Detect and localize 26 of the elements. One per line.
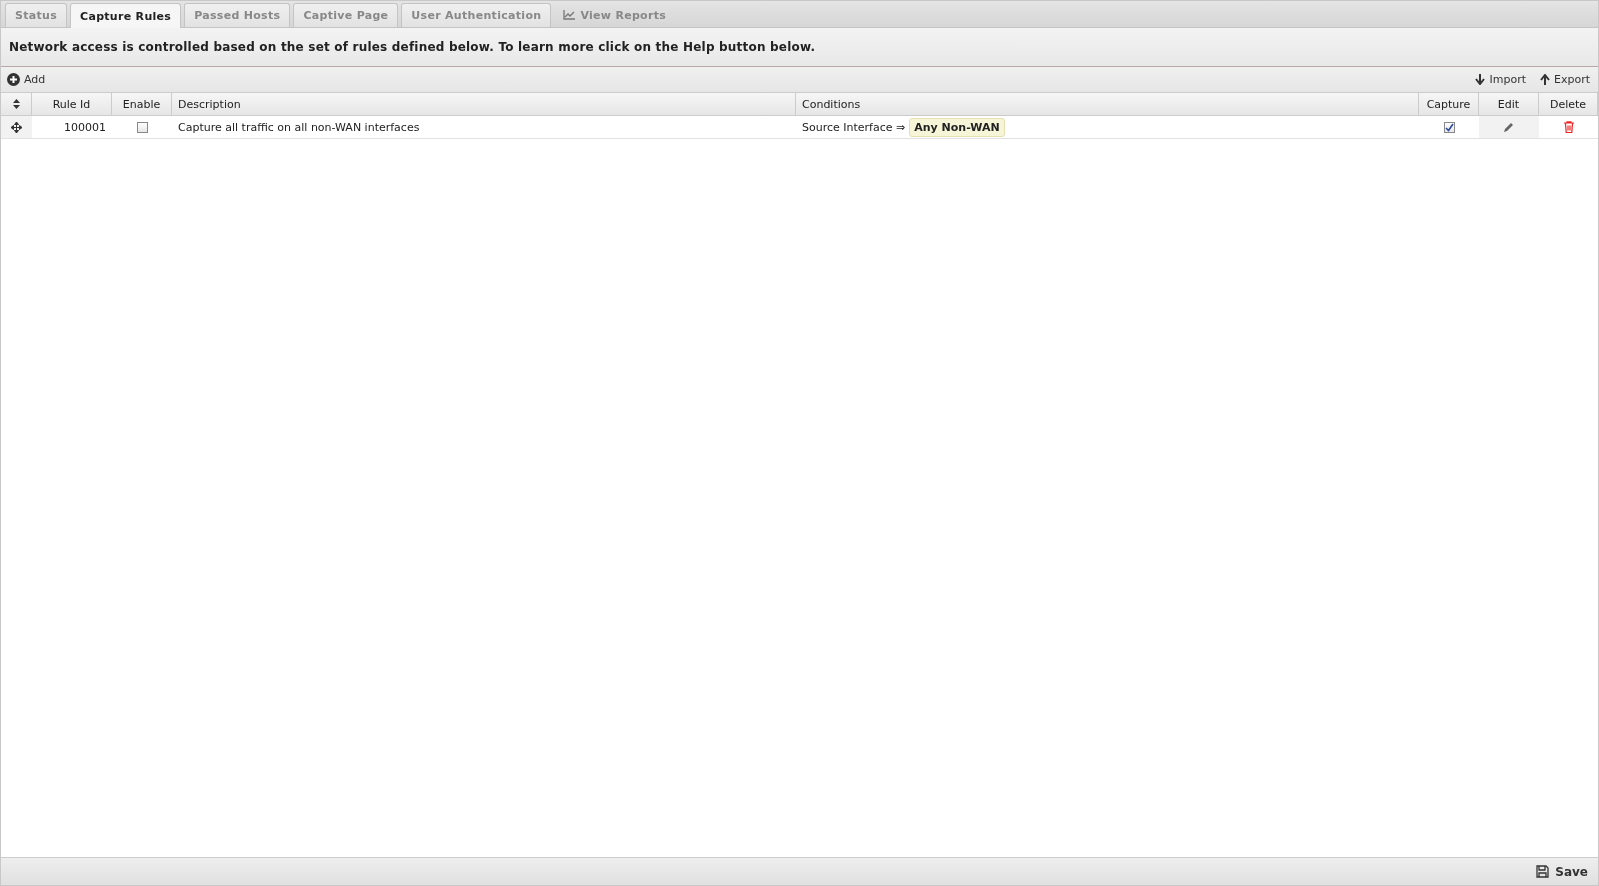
column-header[interactable]: Conditions bbox=[796, 93, 1419, 116]
trash-icon[interactable] bbox=[1563, 121, 1574, 133]
move-icon[interactable] bbox=[11, 121, 22, 133]
import-button[interactable]: Import bbox=[1475, 73, 1526, 86]
add-button[interactable]: Add bbox=[7, 73, 46, 86]
column-header[interactable]: Edit bbox=[1479, 93, 1539, 116]
condition-value-tag: Any Non-WAN bbox=[909, 117, 1005, 137]
column-header[interactable]: Enable bbox=[112, 93, 172, 116]
tab[interactable]: Capture Rules bbox=[70, 3, 182, 28]
checkbox[interactable] bbox=[1443, 121, 1455, 133]
sort-icon bbox=[12, 99, 20, 109]
sort-header[interactable] bbox=[1, 93, 32, 116]
plus-circle-icon bbox=[7, 73, 20, 86]
checkbox[interactable] bbox=[136, 121, 148, 133]
condition-label: Source Interface ⇒ bbox=[802, 120, 906, 134]
arrow-up-icon bbox=[1540, 74, 1550, 85]
export-button[interactable]: Export bbox=[1540, 73, 1590, 86]
column-header[interactable]: Capture bbox=[1419, 93, 1479, 116]
info-text: Network access is controlled based on the set of rules defined below. To learn more click on the Help button below. bbox=[1, 28, 1598, 67]
line-chart-icon bbox=[563, 10, 576, 20]
edit-pencil-icon[interactable] bbox=[1503, 121, 1515, 133]
save-button[interactable]: Save bbox=[1536, 864, 1588, 879]
column-header[interactable]: Delete bbox=[1539, 93, 1598, 116]
column-header[interactable]: Description bbox=[172, 93, 796, 116]
arrow-down-icon bbox=[1475, 74, 1486, 85]
column-header[interactable]: Rule Id bbox=[32, 93, 112, 116]
